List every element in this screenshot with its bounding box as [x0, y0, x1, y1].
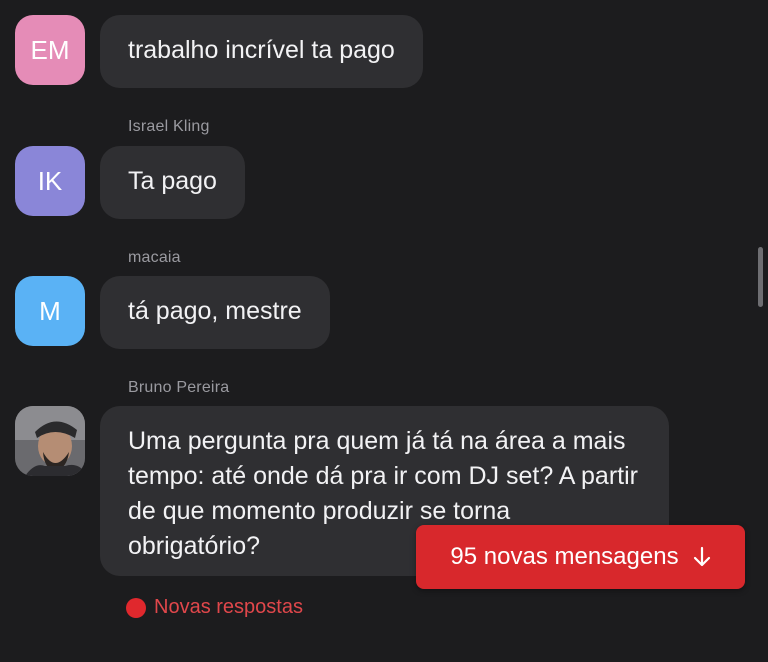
message-bubble[interactable]: Ta pago [100, 146, 245, 219]
user-photo-icon [15, 406, 85, 476]
avatar-em[interactable]: EM [15, 15, 85, 85]
new-messages-label: 95 novas mensagens [450, 543, 679, 570]
message-bubble[interactable]: trabalho incrível ta pago [100, 15, 423, 88]
message-text: trabalho incrível ta pago [128, 36, 395, 64]
sender-name[interactable]: Bruno Pereira [128, 379, 229, 397]
new-replies-label: Novas respostas [154, 596, 303, 618]
avatar-photo[interactable] [15, 406, 85, 476]
new-replies-link[interactable]: Novas respostas [126, 596, 303, 619]
message-bubble[interactable]: tá pago, mestre [100, 276, 330, 349]
avatar-m[interactable]: M [15, 276, 85, 346]
chat-screen: EM trabalho incrível ta pago Israel Klin… [0, 0, 768, 662]
avatar-initials: IK [37, 165, 63, 196]
sender-name[interactable]: Israel Kling [128, 118, 210, 136]
avatar-initials: M [39, 295, 61, 326]
arrow-down-icon [693, 546, 710, 567]
message-text: tá pago, mestre [128, 297, 302, 325]
new-messages-button[interactable]: 95 novas mensagens [416, 525, 745, 589]
avatar-initials: EM [30, 34, 70, 65]
red-dot-icon [126, 597, 146, 618]
scrollbar[interactable] [758, 247, 763, 307]
sender-name[interactable]: macaia [128, 249, 181, 267]
message-text: Ta pago [128, 167, 217, 195]
avatar-ik[interactable]: IK [15, 146, 85, 216]
